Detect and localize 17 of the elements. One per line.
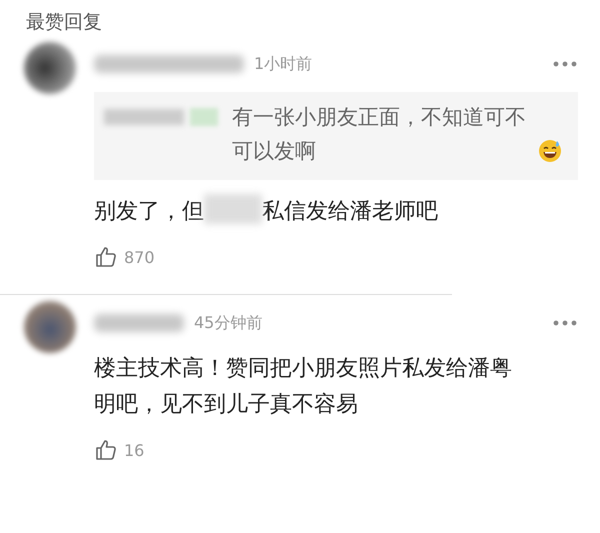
thumbs-up-icon[interactable] [94,245,118,269]
comment-time: 1小时前 [254,54,312,74]
more-icon[interactable] [552,319,578,327]
avatar[interactable] [24,301,76,353]
user-tag [190,108,218,126]
comment-text: 别发了，但 私信发给潘老师吧 [94,194,520,230]
redacted-text [204,194,262,224]
comment-time: 45分钟前 [194,312,262,334]
like-count: 16 [124,440,144,460]
section-title: 最赞回复 [26,10,102,35]
thumbs-up-icon[interactable] [94,438,118,462]
quoted-text: 有一张小朋友正面，不知道可不可以发啊 [232,104,527,165]
like-count: 870 [124,248,155,266]
avatar[interactable] [24,42,76,94]
comment-text: 楼主技术高！赞同把小朋友照片私发给潘粤明吧，见不到儿子真不容易 [94,355,513,419]
grin-sweat-emoji-icon [538,139,562,163]
more-icon[interactable] [552,60,578,68]
